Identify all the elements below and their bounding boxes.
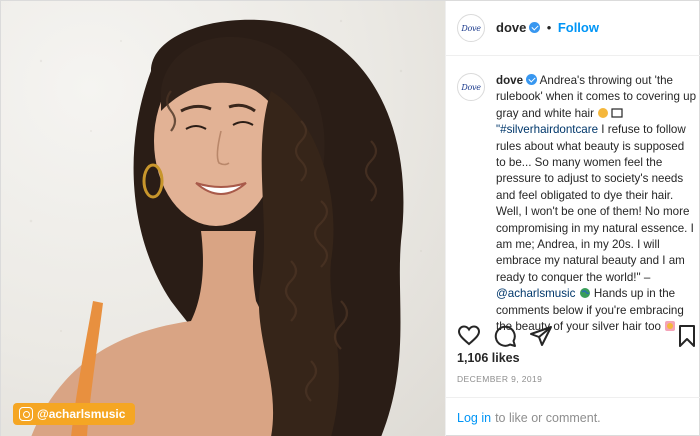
post-date: DECEMBER 9, 2019 [457,374,543,384]
mention-link[interactable]: @acharlsmusic [496,287,575,300]
portrait-illustration [29,19,422,436]
separator-dot: • [546,20,552,35]
bookmark-icon[interactable] [675,324,699,348]
caption-avatar[interactable]: Dove [457,73,485,101]
heart-icon[interactable] [457,324,481,348]
login-footer: Log in to like or comment. [446,397,700,436]
account-avatar[interactable]: Dove [457,14,485,42]
dove-logo: Dove [461,82,481,92]
action-bar [457,321,699,351]
user-tag-chip[interactable]: @acharlsmusic [13,403,136,425]
caption-username[interactable]: dove [496,74,523,87]
comment-icon[interactable] [493,324,517,348]
follow-button[interactable]: Follow [558,20,599,35]
clapping-hands-icon [598,107,609,118]
post-header: Dove dove • Follow [446,1,700,56]
dove-logo: Dove [461,23,481,33]
instagram-icon [19,407,33,421]
globe-icon [579,288,590,299]
verified-badge-icon [526,74,538,85]
account-username[interactable]: dove [496,20,526,35]
caption-body: I refuse to follow rules about what beau… [496,123,694,284]
post-photo[interactable]: @acharlsmusic [1,1,445,436]
share-icon[interactable] [529,324,553,348]
post-sidebar: Dove dove • Follow Dove dove Andrea's th… [445,1,700,436]
caption-text: dove Andrea's throwing out 'the rulebook… [496,73,697,336]
verified-badge-icon [529,22,541,33]
likes-count[interactable]: 1,106 likes [457,351,520,365]
book-icon [611,108,623,118]
login-link[interactable]: Log in [457,411,491,425]
login-prompt: to like or comment. [495,410,601,425]
post-caption: Dove dove Andrea's throwing out 'the rul… [457,73,697,336]
instagram-post: @acharlsmusic Dove dove • Follow Dove do… [0,0,700,436]
hashtag-link[interactable]: "#silverhairdontcare [496,123,598,136]
user-tag-label: @acharlsmusic [37,407,126,421]
